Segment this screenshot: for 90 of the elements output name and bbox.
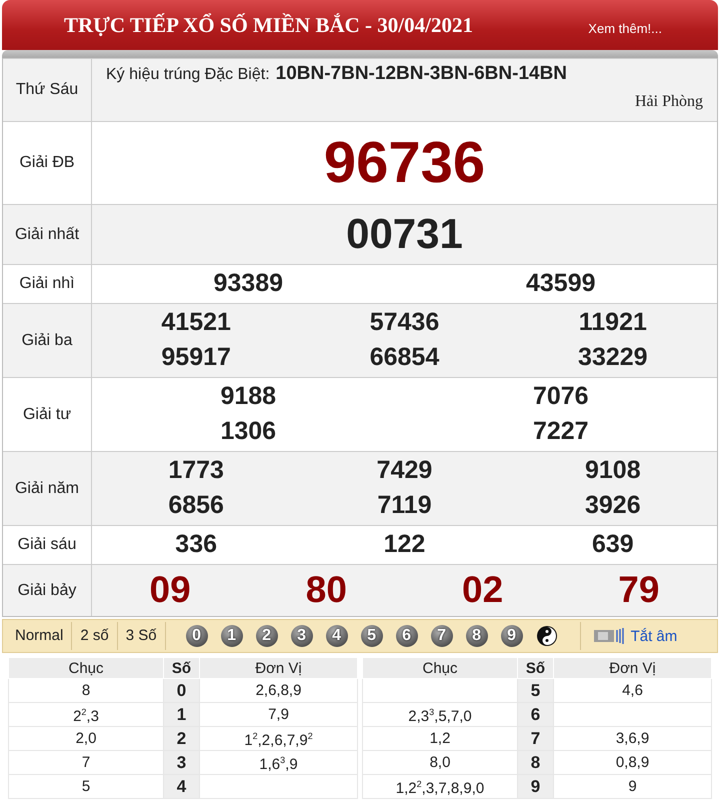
digit-ball[interactable]: 7	[430, 625, 453, 647]
head-digit-cell: 2	[164, 726, 200, 750]
prize-number: 95917	[161, 342, 231, 373]
prize-number: 1773	[168, 455, 224, 486]
tens-cell: 2,3$^{3}$,5,7,0	[362, 702, 518, 726]
yin-yang-icon[interactable]	[536, 625, 558, 647]
head-digit-cell: 3	[164, 750, 200, 774]
digit-ball[interactable]: 6	[396, 625, 418, 647]
province-name: Hải Phòng	[635, 93, 703, 111]
prize-number: 7429	[376, 455, 432, 486]
column-header: Chục	[8, 658, 164, 678]
head-digit-cell: 6	[518, 702, 554, 726]
units-cell: 4,6	[554, 678, 712, 702]
prize-label: Giải nhất	[14, 226, 80, 244]
page-title: TRỰC TIẾP XỔ SỐ MIỀN BẮC - 30/04/2021	[64, 12, 473, 38]
head-digit-cell: 1	[164, 702, 200, 726]
column-header: Đơn Vị	[200, 658, 358, 678]
digit-ball[interactable]: 4	[326, 625, 348, 647]
prize-number: 33229	[578, 342, 648, 373]
mute-link[interactable]: Tắt âm	[630, 628, 678, 644]
prize-number: 00731	[346, 209, 463, 259]
units-cell: 3,6,9	[554, 726, 712, 750]
prize-number: 9188	[220, 381, 276, 412]
prize-number: 639	[592, 529, 634, 560]
tens-cell: 1,2$^{2}$,3,7,8,9,0	[362, 774, 518, 798]
prize-label: Giải nhì	[19, 275, 75, 293]
prize-number: 66854	[370, 342, 440, 373]
prize-number: 57436	[370, 307, 440, 338]
digit-ball[interactable]: 5	[360, 625, 383, 647]
prize-number: 7119	[377, 490, 432, 521]
digit-ball[interactable]: 9	[500, 625, 523, 647]
head-digit-cell: 8	[518, 750, 554, 774]
units-cell: 2,6,8,9	[200, 678, 358, 702]
prize-number: 02	[462, 568, 504, 612]
prize-number: 336	[175, 529, 218, 560]
units-cell: 0,8,9	[554, 750, 712, 774]
head-digit-cell: 0	[164, 678, 200, 702]
speaker-icon[interactable]	[592, 627, 625, 645]
units-cell: 7,9	[200, 702, 358, 726]
prize-number: 96736	[324, 129, 486, 197]
column-header: Chục	[362, 658, 518, 678]
prize-number: 3926	[585, 490, 641, 521]
tens-cell: 1,2	[362, 726, 518, 750]
prize-number: 1306	[220, 416, 276, 447]
prize-number: 122	[384, 529, 426, 560]
prize-number: 93389	[213, 268, 284, 299]
prize-number: 80	[306, 568, 347, 612]
prize-number: 79	[618, 568, 660, 612]
units-cell: 9	[554, 774, 712, 798]
head-digit-cell: 7	[518, 726, 554, 750]
prize-number: 7076	[532, 381, 589, 412]
mode-tab[interactable]: 2 số	[72, 622, 118, 650]
digit-ball[interactable]: 8	[466, 625, 488, 647]
column-header: Số	[518, 658, 554, 678]
head-digit-cell: 5	[518, 678, 554, 702]
tens-cell: 2,0	[8, 726, 164, 750]
digit-ball[interactable]: 0	[186, 625, 208, 647]
prize-number: 6856	[168, 490, 224, 521]
tens-cell: 2$^{2}$,3	[8, 702, 164, 726]
digit-ball[interactable]: 1	[220, 625, 243, 647]
symbols-value: 10BN-7BN-12BN-3BN-6BN-14BN	[276, 63, 568, 85]
head-digit-cell: 9	[518, 774, 554, 798]
prize-number: 11921	[578, 307, 647, 338]
prize-label: Giải bảy	[18, 582, 76, 600]
units-cell: 1$^{2}$,2,6,7,9$^{2}$	[200, 726, 358, 750]
prize-label: Giải ĐB	[19, 154, 75, 172]
prize-label: Giải tư	[22, 406, 72, 424]
prize-number: 9108	[585, 455, 641, 486]
prize-number: 41521	[161, 307, 231, 338]
units-cell: 1,6$^{3}$,9	[200, 750, 358, 774]
tens-cell: 8,0	[362, 750, 518, 774]
symbols-label: Ký hiệu trúng Đặc Biệt:	[106, 66, 270, 84]
more-link[interactable]: Xem thêm!...	[588, 20, 662, 36]
tens-cell: 7	[8, 750, 164, 774]
prize-label: Giải sáu	[18, 536, 76, 554]
tens-cell: 8	[8, 678, 164, 702]
prize-label: Giải năm	[14, 480, 80, 498]
weekday-label: Thứ Sáu	[16, 81, 78, 99]
mode-tab[interactable]: Normal	[3, 622, 72, 650]
column-header: Số	[164, 658, 200, 678]
prize-number: 7227	[532, 416, 589, 447]
mode-tab[interactable]: 3 Số	[118, 622, 166, 650]
digit-ball[interactable]: 2	[256, 625, 278, 647]
digit-ball[interactable]: 3	[290, 625, 313, 647]
prize-number: 43599	[526, 268, 596, 299]
tens-cell: 5	[8, 774, 164, 798]
prize-number: 09	[150, 568, 191, 612]
column-header: Đơn Vị	[554, 658, 712, 678]
head-digit-cell: 4	[164, 774, 200, 798]
prize-label: Giải ba	[22, 332, 72, 350]
